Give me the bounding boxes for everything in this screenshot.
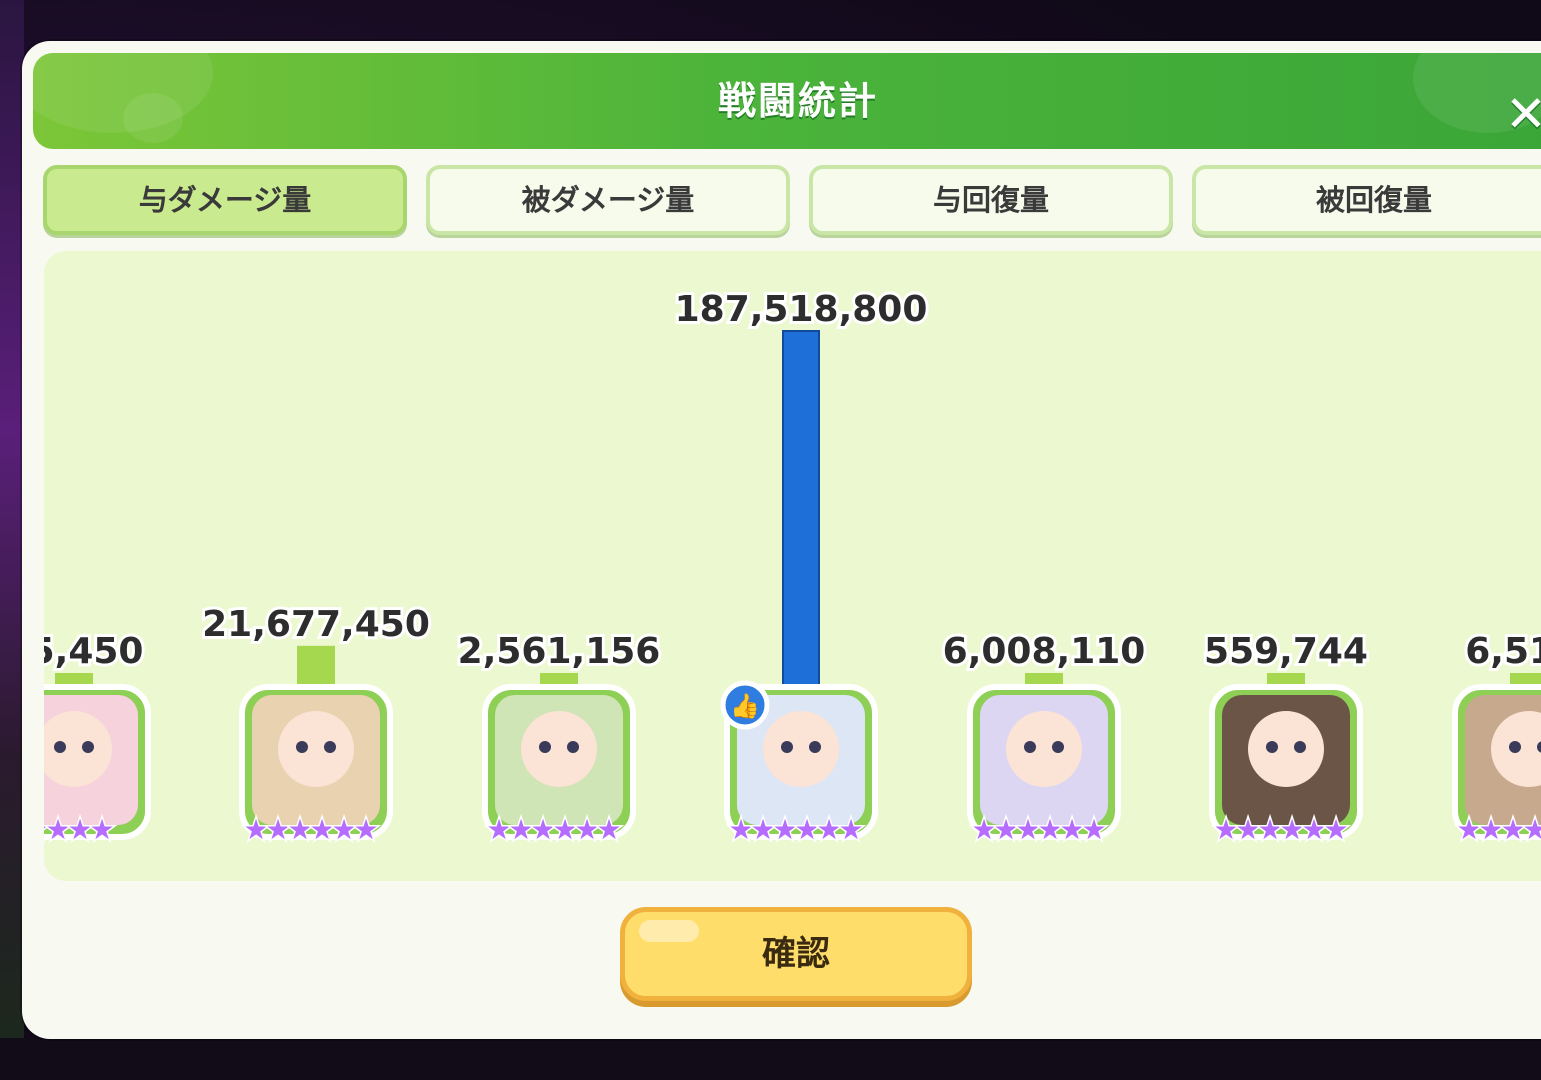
character-eye [781, 741, 793, 753]
tab-healing-received[interactable]: 被回復量 [1192, 165, 1541, 235]
character-eye [1266, 741, 1278, 753]
character-face [763, 711, 839, 787]
confirm-button[interactable]: 確認 [620, 907, 972, 1001]
tab-damage-taken[interactable]: 被ダメージ量 [426, 165, 790, 235]
tab-damage-dealt[interactable]: 与ダメージ量 [43, 165, 407, 235]
character-eye [1294, 741, 1306, 753]
chart-bar [782, 330, 820, 692]
data-label: 6,008,110 [943, 631, 1146, 672]
data-label: 187,518,800 [675, 289, 928, 330]
character-eye [54, 741, 66, 753]
damage-chart: 55,450★★★★★21,677,450★★★★★★2,561,156★★★★… [44, 286, 1541, 848]
confirm-label: 確認 [762, 934, 830, 974]
character-face [521, 711, 597, 787]
character-eye [567, 741, 579, 753]
thumbs-up-icon: 👍 [730, 692, 760, 720]
character-eye [324, 741, 336, 753]
character-face [1248, 711, 1324, 787]
dialog-title: 戦闘統計 [717, 79, 878, 123]
star-icon: ★ [838, 813, 863, 846]
character-face [278, 711, 354, 787]
character-face [1006, 711, 1082, 787]
star-icon: ★ [353, 813, 378, 846]
star-icon: ★ [1081, 813, 1106, 846]
star-icon: ★ [89, 813, 114, 846]
character-eye [1052, 741, 1064, 753]
character-eye [809, 741, 821, 753]
dialog-header: 戦闘統計 ✕ [33, 53, 1541, 149]
character-eye [539, 741, 551, 753]
data-label: 2,561,156 [458, 631, 661, 672]
star-icon: ★ [596, 813, 621, 846]
close-button[interactable]: ✕ [1499, 87, 1541, 141]
star-icon: ★ [1323, 813, 1348, 846]
data-label: 55,450 [44, 631, 143, 672]
character-eye [82, 741, 94, 753]
chart-panel: 55,450★★★★★21,677,450★★★★★★2,561,156★★★★… [44, 251, 1541, 881]
background-bottom [0, 1038, 1541, 1080]
tab-healing-done[interactable]: 与回復量 [809, 165, 1173, 235]
battle-stats-dialog: 戦闘統計 ✕ 与ダメージ量 被ダメージ量 与回復量 被回復量 55,450 ★ ★ ★… [22, 41, 1541, 1039]
background-strip [0, 0, 24, 1080]
data-label: 21,677,450 [202, 604, 430, 645]
star-icon: ★ [1522, 813, 1541, 846]
character-eye [1024, 741, 1036, 753]
data-label: 559,744 [1204, 631, 1368, 672]
character-eye [1509, 741, 1521, 753]
data-label: 6,517, [1465, 631, 1541, 672]
character-eye [296, 741, 308, 753]
